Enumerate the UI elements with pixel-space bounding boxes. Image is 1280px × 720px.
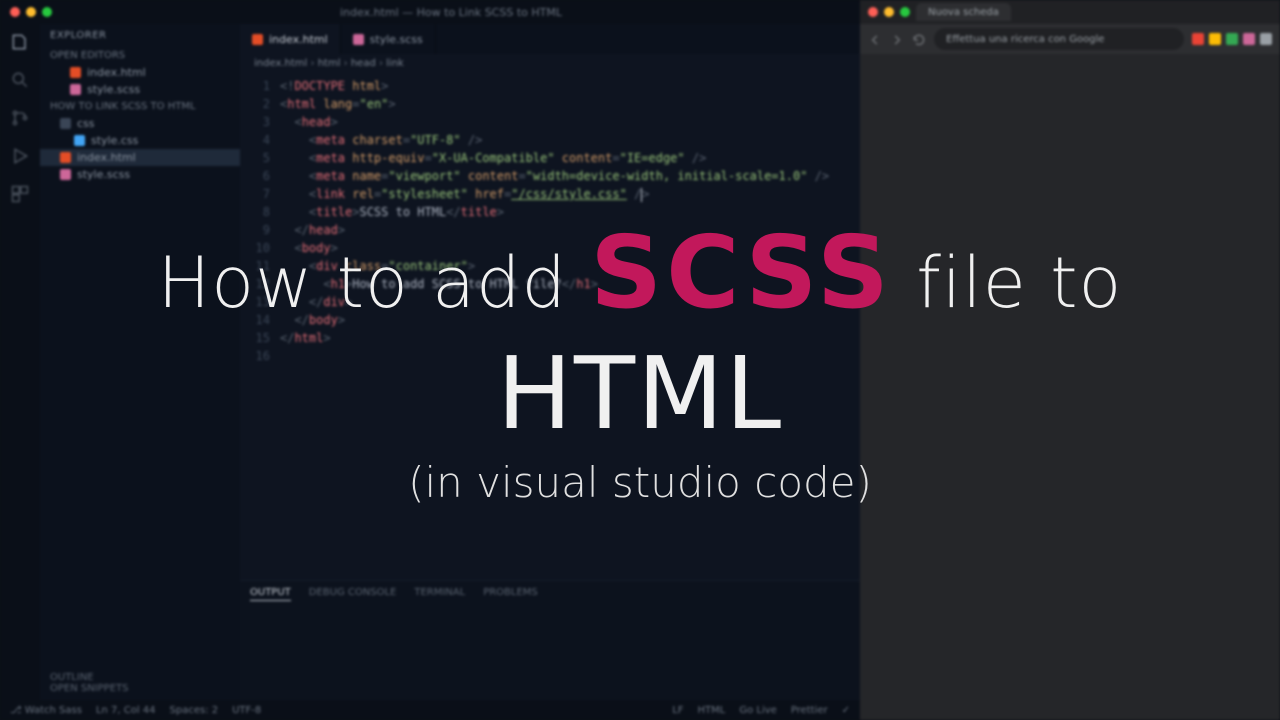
- line-gutter: 12345678910111213141516: [240, 77, 280, 576]
- git-icon[interactable]: [10, 108, 30, 128]
- file-name: style.scss: [77, 168, 130, 181]
- scss-file-icon: [60, 169, 71, 180]
- open-editor-item[interactable]: style.scss: [40, 81, 240, 98]
- status-bar: ⎇ Watch Sass Ln 7, Col 44 Spaces: 2 UTF-8 LF…: [0, 700, 860, 720]
- status-item[interactable]: Ln 7, Col 44: [96, 705, 156, 716]
- tab-label: style.scss: [370, 33, 423, 46]
- extension-icon[interactable]: [1192, 33, 1204, 45]
- status-item[interactable]: Spaces: 2: [170, 705, 219, 716]
- reload-icon[interactable]: [912, 32, 926, 46]
- editor-tab[interactable]: style.scss: [341, 24, 436, 54]
- browser-viewport[interactable]: [860, 54, 1280, 720]
- activity-bar: [0, 24, 40, 700]
- status-item[interactable]: ✓: [842, 705, 850, 716]
- extensions-icon[interactable]: [10, 184, 30, 204]
- extension-icon[interactable]: [1243, 33, 1255, 45]
- status-item[interactable]: HTML: [698, 705, 726, 716]
- browser-toolbar: Effettua una ricerca con Google: [860, 24, 1280, 54]
- file-tree-item[interactable]: index.html: [40, 149, 240, 166]
- folder-file-icon: [60, 118, 71, 129]
- code-editor[interactable]: 12345678910111213141516 <!DOCTYPE html><…: [240, 73, 860, 580]
- editor-area: index.html style.scss index.html › html ›…: [240, 24, 860, 700]
- forward-icon[interactable]: [890, 32, 904, 46]
- back-icon[interactable]: [868, 32, 882, 46]
- explorer-panel: EXPLORER OPEN EDITORS index.html style.sc…: [40, 24, 240, 700]
- browser-tabstrip: Nuova scheda: [860, 0, 1280, 24]
- maximize-icon[interactable]: [900, 7, 910, 17]
- address-bar[interactable]: Effettua una ricerca con Google: [934, 28, 1184, 50]
- browser-window: Nuova scheda Effettua una ricerca con Go…: [860, 0, 1280, 720]
- extension-icon[interactable]: [1209, 33, 1221, 45]
- file-name: index.html: [87, 66, 146, 79]
- file-name: style.css: [91, 134, 138, 147]
- status-item[interactable]: Prettier: [791, 705, 828, 716]
- explorer-title: EXPLORER: [40, 24, 240, 47]
- extension-icon[interactable]: [1260, 33, 1272, 45]
- file-tree-item[interactable]: css: [40, 115, 240, 132]
- vscode-titlebar: index.html — How to Link SCSS to HTML: [0, 0, 860, 24]
- browser-window-controls[interactable]: [868, 7, 910, 17]
- minimize-icon[interactable]: [26, 7, 36, 17]
- snippets-section[interactable]: OPEN SNIPPETS: [50, 683, 230, 694]
- outline-section[interactable]: OUTLINE: [50, 672, 230, 683]
- search-icon[interactable]: [10, 70, 30, 90]
- maximize-icon[interactable]: [42, 7, 52, 17]
- extension-icons: [1192, 33, 1272, 45]
- file-name: index.html: [77, 151, 136, 164]
- editor-tabs: index.html style.scss: [240, 24, 860, 54]
- editor-tab[interactable]: index.html: [240, 24, 341, 54]
- close-icon[interactable]: [868, 7, 878, 17]
- vscode-window: index.html — How to Link SCSS to HTML EX…: [0, 0, 860, 720]
- window-controls[interactable]: [10, 7, 52, 17]
- project-section[interactable]: HOW TO LINK SCSS TO HTML: [40, 98, 240, 115]
- extension-icon[interactable]: [1226, 33, 1238, 45]
- status-item[interactable]: Go Live: [739, 705, 776, 716]
- panel-tab[interactable]: PROBLEMS: [483, 587, 538, 601]
- minimize-icon[interactable]: [884, 7, 894, 17]
- file-tree-item[interactable]: style.css: [40, 132, 240, 149]
- status-item[interactable]: LF: [672, 705, 683, 716]
- status-item[interactable]: UTF-8: [232, 705, 261, 716]
- html-file-icon: [60, 152, 71, 163]
- css-file-icon: [74, 135, 85, 146]
- window-title: index.html — How to Link SCSS to HTML: [52, 6, 850, 19]
- file-name: css: [77, 117, 95, 130]
- panel-tab[interactable]: OUTPUT: [250, 587, 291, 601]
- breadcrumb[interactable]: index.html › html › head › link: [240, 54, 860, 73]
- html-file-icon: [252, 34, 263, 45]
- code-lines[interactable]: <!DOCTYPE html><html lang="en"> <head> <…: [280, 77, 860, 576]
- desktop: index.html — How to Link SCSS to HTML EX…: [0, 0, 1280, 720]
- file-tree-item[interactable]: style.scss: [40, 166, 240, 183]
- browser-tab[interactable]: Nuova scheda: [916, 3, 1011, 21]
- panel-tabs: OUTPUT DEBUG CONSOLE TERMINAL PROBLEMS: [250, 585, 850, 607]
- status-item[interactable]: ⎇ Watch Sass: [10, 705, 82, 716]
- panel-tab[interactable]: DEBUG CONSOLE: [309, 587, 397, 601]
- scss-file-icon: [353, 34, 364, 45]
- bottom-panel: OUTPUT DEBUG CONSOLE TERMINAL PROBLEMS: [240, 580, 860, 700]
- file-name: style.scss: [87, 83, 140, 96]
- open-editors-section[interactable]: OPEN EDITORS: [40, 47, 240, 64]
- scss-file-icon: [70, 84, 81, 95]
- files-icon[interactable]: [10, 32, 30, 52]
- html-file-icon: [70, 67, 81, 78]
- open-editor-item[interactable]: index.html: [40, 64, 240, 81]
- panel-tab[interactable]: TERMINAL: [414, 587, 465, 601]
- debug-icon[interactable]: [10, 146, 30, 166]
- close-icon[interactable]: [10, 7, 20, 17]
- tab-label: index.html: [269, 33, 328, 46]
